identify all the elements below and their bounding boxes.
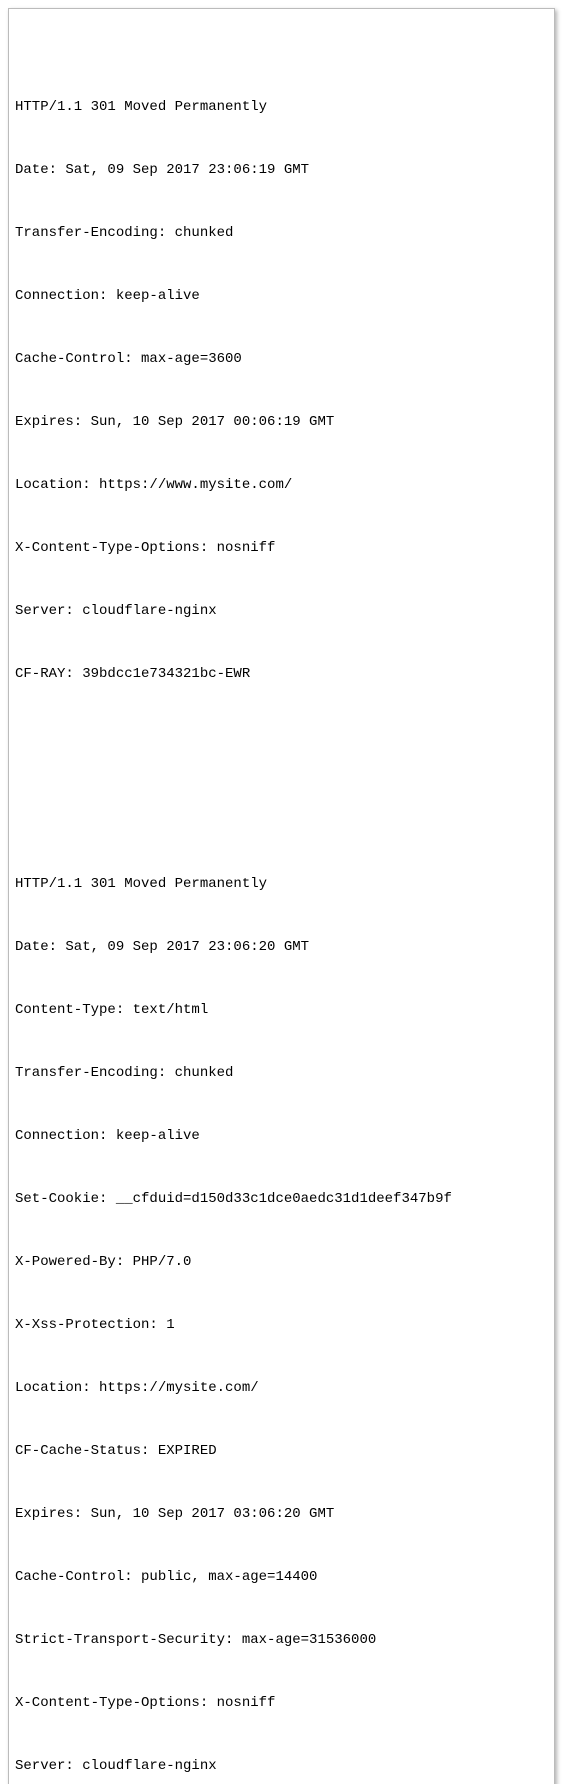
header-line: Expires: Sun, 10 Sep 2017 00:06:19 GMT xyxy=(15,412,548,433)
header-line: Strict-Transport-Security: max-age=31536… xyxy=(15,1630,548,1651)
block-separator xyxy=(15,769,548,790)
header-line: Cache-Control: public, max-age=14400 xyxy=(15,1567,548,1588)
header-line: HTTP/1.1 301 Moved Permanently xyxy=(15,97,548,118)
header-line: Set-Cookie: __cfduid=d150d33c1dce0aedc31… xyxy=(15,1189,548,1210)
header-line: X-Content-Type-Options: nosniff xyxy=(15,1693,548,1714)
header-line: Connection: keep-alive xyxy=(15,286,548,307)
header-line: Transfer-Encoding: chunked xyxy=(15,1063,548,1084)
header-line: Connection: keep-alive xyxy=(15,1126,548,1147)
header-line: X-Xss-Protection: 1 xyxy=(15,1315,548,1336)
header-line: Server: cloudflare-nginx xyxy=(15,601,548,622)
header-line: Server: cloudflare-nginx xyxy=(15,1756,548,1777)
header-line: Transfer-Encoding: chunked xyxy=(15,223,548,244)
header-line: Expires: Sun, 10 Sep 2017 03:06:20 GMT xyxy=(15,1504,548,1525)
http-response-2: HTTP/1.1 301 Moved Permanently Date: Sat… xyxy=(15,832,548,1784)
header-line: Location: https://mysite.com/ xyxy=(15,1378,548,1399)
http-headers-panel: HTTP/1.1 301 Moved Permanently Date: Sat… xyxy=(8,8,555,1784)
header-line: Content-Type: text/html xyxy=(15,1000,548,1021)
http-response-1: HTTP/1.1 301 Moved Permanently Date: Sat… xyxy=(15,55,548,727)
header-line: X-Content-Type-Options: nosniff xyxy=(15,538,548,559)
header-line: Date: Sat, 09 Sep 2017 23:06:19 GMT xyxy=(15,160,548,181)
header-line: Location: https://www.mysite.com/ xyxy=(15,475,548,496)
header-line: CF-RAY: 39bdcc1e734321bc-EWR xyxy=(15,664,548,685)
header-line: Cache-Control: max-age=3600 xyxy=(15,349,548,370)
header-line: X-Powered-By: PHP/7.0 xyxy=(15,1252,548,1273)
header-line: CF-Cache-Status: EXPIRED xyxy=(15,1441,548,1462)
header-line: Date: Sat, 09 Sep 2017 23:06:20 GMT xyxy=(15,937,548,958)
